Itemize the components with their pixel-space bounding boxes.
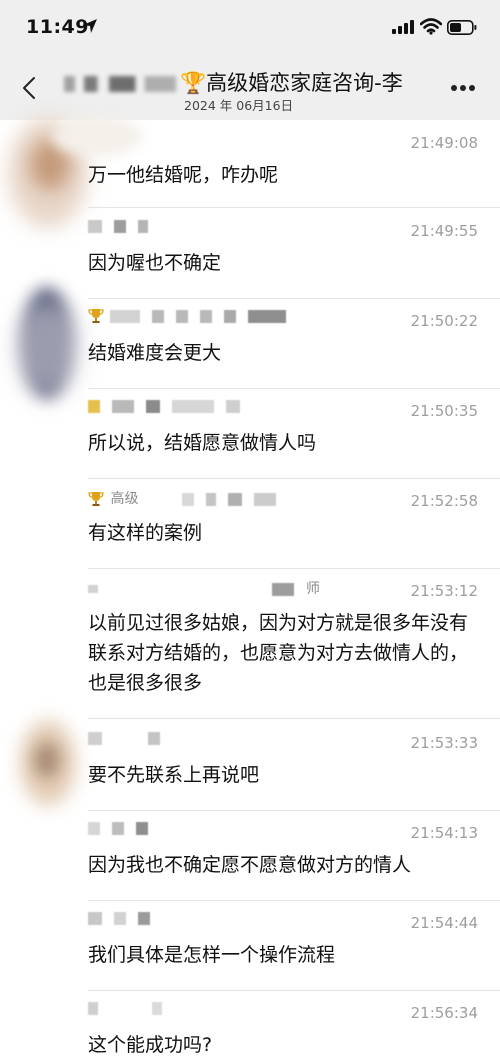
chat-header: 🏆高级婚恋家庭咨询-李 2024 年 06月16日 bbox=[0, 58, 500, 120]
status-time: 11:49 bbox=[26, 16, 89, 38]
message-item[interactable]: 师 21:53:12 以前见过很多姑娘，因为对方就是很多年没有联系对方结婚的，也… bbox=[0, 568, 500, 720]
avatar-detail bbox=[34, 742, 60, 778]
sender-name bbox=[88, 218, 160, 234]
message-item[interactable]: 21:50:35 所以说，结婚愿意做情人吗 bbox=[0, 388, 500, 479]
message-time: 21:50:35 bbox=[410, 402, 478, 420]
cellular-signal-icon bbox=[392, 20, 414, 34]
message-item[interactable]: 21:54:13 因为我也不确定愿不愿意做对方的情人 bbox=[0, 810, 500, 901]
message-item[interactable]: 21:56:34 这个能成功吗? bbox=[0, 990, 500, 1063]
sender-name bbox=[88, 820, 160, 836]
message-time: 21:49:55 bbox=[410, 222, 478, 240]
message-text: 因为我也不确定愿不愿意做对方的情人 bbox=[88, 854, 412, 876]
battery-icon bbox=[447, 20, 477, 35]
message-time: 21:50:22 bbox=[410, 312, 478, 330]
message-time: 21:53:12 bbox=[410, 582, 478, 600]
avatar-overlay bbox=[12, 298, 84, 398]
trophy-icon bbox=[88, 309, 104, 323]
message-time: 21:54:44 bbox=[410, 914, 478, 932]
divider bbox=[88, 718, 500, 719]
location-arrow-icon bbox=[83, 19, 97, 33]
message-time: 21:53:33 bbox=[410, 734, 478, 752]
status-bar: 11:49 bbox=[0, 0, 500, 58]
message-item[interactable]: 21:53:33 要不先联系上再说吧 bbox=[0, 720, 500, 811]
message-text: 这个能成功吗? bbox=[88, 1034, 213, 1056]
message-time: 21:54:13 bbox=[410, 824, 478, 842]
chevron-left-icon[interactable] bbox=[16, 74, 44, 102]
sender-label: 高级 bbox=[110, 491, 139, 507]
wifi-icon bbox=[420, 18, 442, 35]
message-text: 所以说，结婚愿意做情人吗 bbox=[88, 432, 317, 454]
avatar-overlay bbox=[52, 116, 142, 156]
sender-label: 师 bbox=[306, 581, 320, 597]
message-item[interactable]: 高级 21:52:58 有这样的案例 bbox=[0, 478, 500, 569]
more-dots-icon[interactable] bbox=[450, 84, 476, 92]
message-time: 21:52:58 bbox=[410, 492, 478, 510]
message-text: 因为喔也不确定 bbox=[88, 252, 222, 274]
message-time: 21:56:34 bbox=[410, 1004, 478, 1022]
message-item[interactable]: 21:50:22 结婚难度会更大 bbox=[0, 288, 500, 398]
message-item[interactable]: 21:49:55 因为喔也不确定 bbox=[0, 208, 500, 299]
sender-name: 高级 bbox=[88, 488, 288, 507]
sender-name bbox=[88, 308, 298, 324]
chat-date: 2024 年 06月16日 bbox=[184, 98, 294, 113]
sender-name: 师 bbox=[88, 578, 320, 597]
redacted-name bbox=[64, 76, 176, 92]
trophy-icon bbox=[88, 492, 104, 506]
message-text: 要不先联系上再说吧 bbox=[88, 764, 260, 786]
sender-name bbox=[88, 730, 172, 746]
chat-title: 🏆高级婚恋家庭咨询-李 bbox=[180, 71, 403, 95]
message-text: 以前见过很多姑娘，因为对方就是很多年没有联系对方结婚的，也愿意为对方去做情人的，… bbox=[88, 612, 469, 694]
message-time: 21:49:08 bbox=[410, 134, 478, 152]
message-item[interactable]: 21:54:44 我们具体是怎样一个操作流程 bbox=[0, 900, 500, 991]
message-text: 有这样的案例 bbox=[88, 522, 203, 544]
message-item[interactable]: 21:49:08 万一他结婚呢，咋办呢 bbox=[0, 116, 500, 228]
sender-name bbox=[88, 910, 162, 926]
message-text: 我们具体是怎样一个操作流程 bbox=[88, 944, 336, 966]
chat-title-area[interactable]: 🏆高级婚恋家庭咨询-李 2024 年 06月16日 bbox=[60, 64, 430, 113]
message-text: 万一他结婚呢，咋办呢 bbox=[88, 164, 279, 186]
sender-name bbox=[88, 1000, 174, 1016]
message-text: 结婚难度会更大 bbox=[88, 342, 222, 364]
sender-name bbox=[88, 398, 252, 414]
